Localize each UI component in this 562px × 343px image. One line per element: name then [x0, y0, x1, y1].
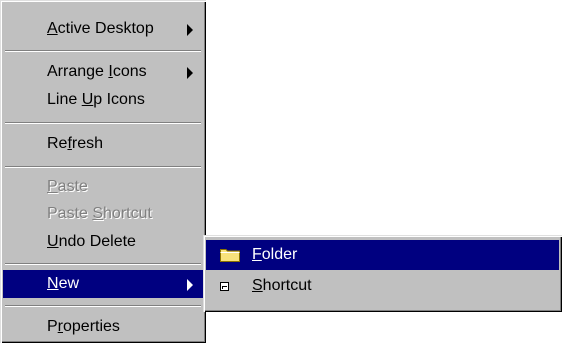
- submenu-arrow-icon: [187, 279, 193, 291]
- menu-item-paste-shortcut: Paste Shortcut: [3, 200, 203, 228]
- menu-item-label: Paste: [47, 178, 88, 195]
- menu-item-line-up-icons[interactable]: Line Up Icons: [3, 86, 203, 114]
- menu-item-undo-delete[interactable]: Undo Delete: [3, 228, 203, 256]
- menu-item-label: Active Desktop: [47, 20, 154, 37]
- submenu-item-label: Shortcut: [252, 277, 312, 294]
- menu-separator: [5, 166, 201, 168]
- submenu-arrow-icon: [187, 67, 193, 79]
- menu-item-arrange-icons[interactable]: Arrange Icons: [3, 58, 203, 86]
- menu-separator: [5, 263, 201, 265]
- menu-item-paste: Paste: [3, 173, 203, 201]
- menu-item-label: Refresh: [47, 135, 104, 152]
- folder-icon: [220, 249, 240, 262]
- submenu-arrow-icon: [187, 24, 193, 36]
- menu-item-label: New: [47, 275, 80, 292]
- menu-separator: [5, 122, 201, 124]
- menu-separator: [5, 305, 201, 307]
- desktop-context-menu: Active Desktop Arrange Icons Line Up Ico…: [0, 0, 206, 343]
- shortcut-icon: [220, 282, 229, 291]
- menu-item-label: Undo Delete: [47, 233, 136, 250]
- menu-separator: [5, 50, 201, 52]
- menu-item-properties[interactable]: Properties: [3, 313, 203, 341]
- menu-item-refresh[interactable]: Refresh: [3, 130, 203, 158]
- new-submenu: Folder Shortcut: [203, 235, 562, 312]
- menu-item-new[interactable]: New: [3, 270, 203, 298]
- menu-item-label: Paste Shortcut: [47, 205, 152, 222]
- submenu-item-label: Folder: [252, 246, 298, 263]
- menu-item-active-desktop[interactable]: Active Desktop: [3, 15, 203, 43]
- submenu-item-folder[interactable]: Folder: [206, 240, 559, 270]
- menu-item-label: Line Up Icons: [47, 91, 145, 108]
- menu-item-label: Arrange Icons: [47, 63, 147, 80]
- submenu-item-shortcut[interactable]: Shortcut: [206, 271, 559, 301]
- menu-item-label: Properties: [47, 318, 120, 335]
